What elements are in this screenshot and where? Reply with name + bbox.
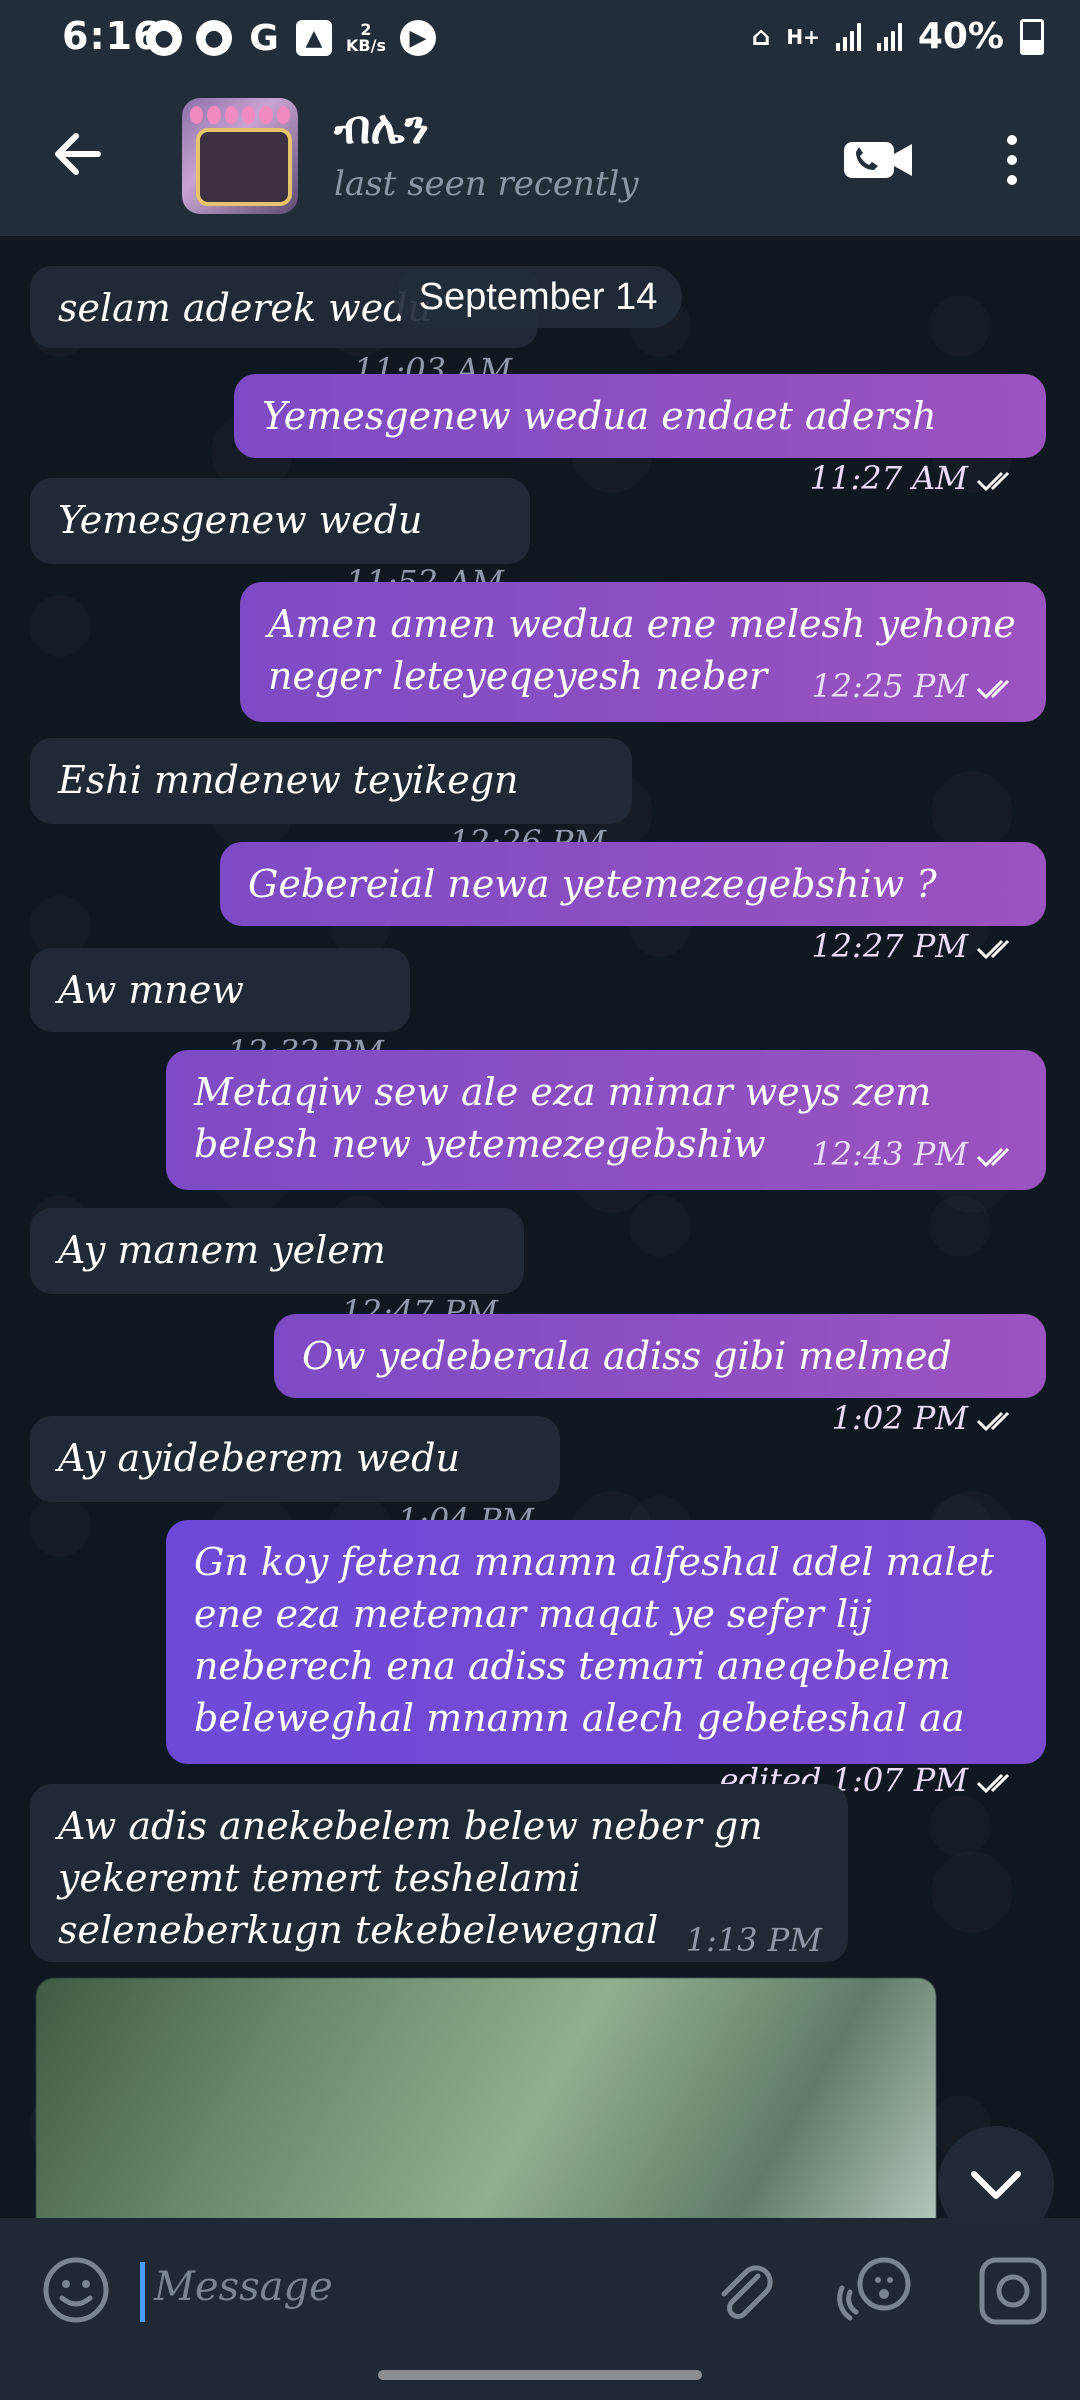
message-input[interactable]: Message (154, 2264, 333, 2310)
message-bubble[interactable]: Gebereial newa yetemezegebshiw ? 12:27 P… (220, 842, 1046, 965)
text-cursor (140, 2262, 145, 2322)
message-bubble[interactable]: Gn koy fetena mnamn alfeshal adel malet … (166, 1520, 1046, 1799)
network-type: H+ (786, 24, 820, 49)
emoji-icon[interactable] (42, 2256, 110, 2324)
chat-area[interactable]: selam aderek wedu 11:03 AM September 14 … (0, 236, 1080, 2218)
message-text: Ay manem yelem (58, 1228, 386, 1272)
play-icon: ▶ (399, 20, 436, 56)
message-text: Gn koy fetena mnamn alfeshal adel malet … (194, 1540, 995, 1740)
message-text: Ay ayideberem wedu (58, 1436, 460, 1480)
voice-message-icon[interactable] (836, 2252, 916, 2328)
message-text: Eshi mndenew teyikegn (58, 758, 519, 802)
message-bubble[interactable]: Yemesgenew wedu 11:52 AM (30, 478, 530, 601)
message-time: 12:43 PM (811, 1128, 1020, 1180)
signal-icon (835, 22, 861, 51)
gallery-icon: ▲ (296, 20, 332, 56)
battery-saver-icon: ⌂ (751, 21, 771, 52)
double-check-icon (976, 1411, 1010, 1431)
video-call-icon[interactable] (842, 138, 914, 182)
message-text: Ow yedeberala adiss gibi melmed (302, 1334, 952, 1378)
message-time: 12:27 PM (811, 920, 1020, 972)
signal-icon (876, 22, 902, 51)
home-indicator[interactable] (378, 2370, 702, 2380)
message-text: Gebereial newa yetemezegebshiw ? (248, 862, 937, 906)
double-check-icon (976, 939, 1010, 959)
google-icon: G (249, 17, 279, 59)
message-text: Aw mnew (58, 968, 244, 1012)
battery-percent: 40% (917, 16, 1004, 57)
message-time: 12:25 PM (811, 660, 1020, 712)
attach-icon[interactable] (712, 2256, 776, 2326)
message-bubble[interactable]: Yemesgenew wedua endaet adersh 11:27 AM (234, 374, 1046, 497)
camera-icon[interactable] (978, 2256, 1048, 2326)
battery-icon (1020, 18, 1044, 55)
message-text: Yemesgenew wedu (58, 498, 423, 542)
status-right: ⌂ H+ 40% (752, 16, 1044, 57)
chat-notification-icon: ● (146, 20, 182, 56)
more-vertical-icon[interactable] (1000, 132, 1024, 188)
message-text: Aw adis anekebelem belew neber gn yekere… (58, 1804, 763, 1952)
message-time: 1:13 PM (685, 1921, 822, 1959)
chat-notification-icon: ● (196, 20, 232, 56)
message-bubble[interactable]: Ow yedeberala adiss gibi melmed 1:02 PM (274, 1314, 1046, 1437)
message-text: Yemesgenew wedua endaet adersh (262, 394, 937, 438)
status-bar: 6:16 ● ● G ▲ 2 KB/s ▶ ⌂ H+ 40% (0, 0, 1080, 80)
message-text: selam aderek wedu (58, 286, 432, 330)
message-time: 11:27 AM (810, 452, 1020, 504)
double-check-icon (976, 679, 1010, 699)
message-bubble[interactable]: Aw adis anekebelem belew neber gn yekere… (30, 1784, 848, 1962)
media-preview[interactable] (36, 1978, 936, 2218)
top-bar: 6:16 ● ● G ▲ 2 KB/s ▶ ⌂ H+ 40% ብሌን last … (0, 0, 1080, 236)
back-arrow-icon[interactable] (48, 124, 108, 184)
double-check-icon (976, 471, 1010, 491)
message-bubble[interactable]: Metaqiw sew ale eza mimar weys zem beles… (166, 1050, 1046, 1190)
message-bubble[interactable]: Amen amen wedua ene melesh yehone neger … (240, 582, 1046, 722)
message-bubble[interactable]: Eshi mndenew teyikegn 12:26 PM (30, 738, 632, 861)
message-bubble[interactable]: Ay ayideberem wedu 1:04 PM (30, 1416, 560, 1539)
message-bubble[interactable]: Aw mnew 12:32 PM (30, 948, 410, 1071)
double-check-icon (976, 1773, 1010, 1793)
avatar[interactable] (182, 98, 298, 214)
network-speed: 2 KB/s (346, 20, 386, 55)
scroll-down-button[interactable] (938, 2126, 1054, 2218)
notification-icons: ● ● G ▲ 2 KB/s ▶ (146, 17, 436, 59)
message-time: 1:02 PM (832, 1392, 1020, 1444)
double-check-icon (976, 1147, 1010, 1167)
chat-status: last seen recently (334, 164, 639, 204)
message-bubble[interactable]: Ay manem yelem 12:47 PM (30, 1208, 524, 1331)
date-separator: September 14 (394, 266, 682, 328)
chat-title[interactable]: ብሌን (334, 100, 429, 156)
